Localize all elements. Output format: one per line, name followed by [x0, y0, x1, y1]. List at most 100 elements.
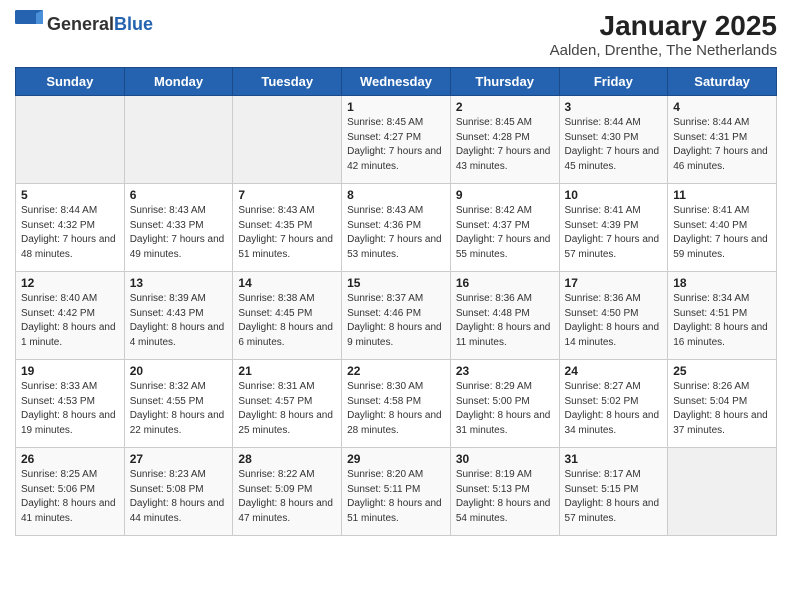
calendar-body: 1 Sunrise: 8:45 AM Sunset: 4:27 PM Daylig…: [16, 96, 777, 536]
header-cell-sunday: Sunday: [16, 68, 125, 96]
page-subtitle: Aalden, Drenthe, The Netherlands: [550, 42, 777, 59]
calendar-cell: 4 Sunrise: 8:44 AM Sunset: 4:31 PM Daylig…: [668, 96, 777, 184]
day-number: 29: [347, 452, 445, 466]
day-number: 14: [238, 276, 336, 290]
calendar-cell: 16 Sunrise: 8:36 AM Sunset: 4:48 PM Dayli…: [450, 272, 559, 360]
day-info: Sunrise: 8:44 AM Sunset: 4:31 PM Dayligh…: [673, 116, 771, 174]
page-title: January 2025: [550, 10, 777, 42]
day-number: 27: [130, 452, 228, 466]
day-info: Sunrise: 8:17 AM Sunset: 5:15 PM Dayligh…: [565, 468, 663, 526]
calendar-cell: [668, 448, 777, 536]
calendar-cell: 5 Sunrise: 8:44 AM Sunset: 4:32 PM Daylig…: [16, 184, 125, 272]
logo-general-text: General: [47, 15, 114, 33]
calendar-cell: 3 Sunrise: 8:44 AM Sunset: 4:30 PM Daylig…: [559, 96, 668, 184]
day-number: 18: [673, 276, 771, 290]
calendar-cell: 18 Sunrise: 8:34 AM Sunset: 4:51 PM Dayli…: [668, 272, 777, 360]
calendar-cell: 29 Sunrise: 8:20 AM Sunset: 5:11 PM Dayli…: [342, 448, 451, 536]
day-info: Sunrise: 8:20 AM Sunset: 5:11 PM Dayligh…: [347, 468, 445, 526]
day-number: 21: [238, 364, 336, 378]
day-number: 19: [21, 364, 119, 378]
calendar-cell: [124, 96, 233, 184]
day-info: Sunrise: 8:40 AM Sunset: 4:42 PM Dayligh…: [21, 292, 119, 350]
calendar-cell: 10Sunrise: 8:41 AM Sunset: 4:39 PM Dayli…: [559, 184, 668, 272]
calendar-cell: 25 Sunrise: 8:26 AM Sunset: 5:04 PM Dayli…: [668, 360, 777, 448]
day-number: 30: [456, 452, 554, 466]
calendar-cell: 15Sunrise: 8:37 AM Sunset: 4:46 PM Dayli…: [342, 272, 451, 360]
day-number: 25: [673, 364, 771, 378]
calendar-cell: 11Sunrise: 8:41 AM Sunset: 4:40 PM Dayli…: [668, 184, 777, 272]
day-number: 5: [21, 188, 119, 202]
calendar-cell: 22 Sunrise: 8:30 AM Sunset: 4:58 PM Dayli…: [342, 360, 451, 448]
day-number: 6: [130, 188, 228, 202]
header-row: SundayMondayTuesdayWednesdayThursdayFrid…: [16, 68, 777, 96]
calendar-cell: 31Sunrise: 8:17 AM Sunset: 5:15 PM Dayli…: [559, 448, 668, 536]
header-cell-friday: Friday: [559, 68, 668, 96]
calendar-table: SundayMondayTuesdayWednesdayThursdayFrid…: [15, 67, 777, 536]
header-cell-thursday: Thursday: [450, 68, 559, 96]
day-number: 15: [347, 276, 445, 290]
logo: General Blue: [15, 10, 153, 38]
day-info: Sunrise: 8:45 AM Sunset: 4:28 PM Dayligh…: [456, 116, 554, 174]
day-info: Sunrise: 8:22 AM Sunset: 5:09 PM Dayligh…: [238, 468, 336, 526]
day-info: Sunrise: 8:43 AM Sunset: 4:36 PM Dayligh…: [347, 204, 445, 262]
day-number: 16: [456, 276, 554, 290]
day-number: 22: [347, 364, 445, 378]
day-number: 24: [565, 364, 663, 378]
day-info: Sunrise: 8:42 AM Sunset: 4:37 PM Dayligh…: [456, 204, 554, 262]
day-info: Sunrise: 8:44 AM Sunset: 4:30 PM Dayligh…: [565, 116, 663, 174]
calendar-cell: [16, 96, 125, 184]
day-number: 26: [21, 452, 119, 466]
calendar-cell: 8 Sunrise: 8:43 AM Sunset: 4:36 PM Daylig…: [342, 184, 451, 272]
day-info: Sunrise: 8:27 AM Sunset: 5:02 PM Dayligh…: [565, 380, 663, 438]
calendar-cell: 1 Sunrise: 8:45 AM Sunset: 4:27 PM Daylig…: [342, 96, 451, 184]
day-info: Sunrise: 8:43 AM Sunset: 4:33 PM Dayligh…: [130, 204, 228, 262]
day-number: 7: [238, 188, 336, 202]
day-info: Sunrise: 8:45 AM Sunset: 4:27 PM Dayligh…: [347, 116, 445, 174]
calendar-cell: 23 Sunrise: 8:29 AM Sunset: 5:00 PM Dayli…: [450, 360, 559, 448]
day-number: 1: [347, 100, 445, 114]
day-info: Sunrise: 8:36 AM Sunset: 4:50 PM Dayligh…: [565, 292, 663, 350]
calendar-cell: [233, 96, 342, 184]
calendar-cell: 21 Sunrise: 8:31 AM Sunset: 4:57 PM Dayli…: [233, 360, 342, 448]
calendar-cell: 7 Sunrise: 8:43 AM Sunset: 4:35 PM Daylig…: [233, 184, 342, 272]
day-info: Sunrise: 8:31 AM Sunset: 4:57 PM Dayligh…: [238, 380, 336, 438]
day-info: Sunrise: 8:33 AM Sunset: 4:53 PM Dayligh…: [21, 380, 119, 438]
day-number: 4: [673, 100, 771, 114]
day-info: Sunrise: 8:34 AM Sunset: 4:51 PM Dayligh…: [673, 292, 771, 350]
day-info: Sunrise: 8:30 AM Sunset: 4:58 PM Dayligh…: [347, 380, 445, 438]
day-info: Sunrise: 8:43 AM Sunset: 4:35 PM Dayligh…: [238, 204, 336, 262]
day-number: 28: [238, 452, 336, 466]
day-info: Sunrise: 8:36 AM Sunset: 4:48 PM Dayligh…: [456, 292, 554, 350]
week-row-3: 12Sunrise: 8:40 AM Sunset: 4:42 PM Dayli…: [16, 272, 777, 360]
day-number: 13: [130, 276, 228, 290]
calendar-cell: 19 Sunrise: 8:33 AM Sunset: 4:53 PM Dayli…: [16, 360, 125, 448]
day-number: 8: [347, 188, 445, 202]
calendar-cell: 14 Sunrise: 8:38 AM Sunset: 4:45 PM Dayli…: [233, 272, 342, 360]
day-number: 2: [456, 100, 554, 114]
calendar-cell: 2 Sunrise: 8:45 AM Sunset: 4:28 PM Daylig…: [450, 96, 559, 184]
calendar-cell: 9 Sunrise: 8:42 AM Sunset: 4:37 PM Daylig…: [450, 184, 559, 272]
page-header: General Blue January 2025 Aalden, Drenth…: [15, 10, 777, 59]
logo-icon: [15, 10, 43, 38]
day-info: Sunrise: 8:25 AM Sunset: 5:06 PM Dayligh…: [21, 468, 119, 526]
header-cell-tuesday: Tuesday: [233, 68, 342, 96]
calendar-cell: 12Sunrise: 8:40 AM Sunset: 4:42 PM Dayli…: [16, 272, 125, 360]
day-info: Sunrise: 8:41 AM Sunset: 4:40 PM Dayligh…: [673, 204, 771, 262]
day-number: 23: [456, 364, 554, 378]
day-info: Sunrise: 8:44 AM Sunset: 4:32 PM Dayligh…: [21, 204, 119, 262]
day-info: Sunrise: 8:29 AM Sunset: 5:00 PM Dayligh…: [456, 380, 554, 438]
header-cell-monday: Monday: [124, 68, 233, 96]
day-info: Sunrise: 8:39 AM Sunset: 4:43 PM Dayligh…: [130, 292, 228, 350]
day-info: Sunrise: 8:26 AM Sunset: 5:04 PM Dayligh…: [673, 380, 771, 438]
calendar-cell: 26 Sunrise: 8:25 AM Sunset: 5:06 PM Dayli…: [16, 448, 125, 536]
day-info: Sunrise: 8:38 AM Sunset: 4:45 PM Dayligh…: [238, 292, 336, 350]
calendar-cell: 24 Sunrise: 8:27 AM Sunset: 5:02 PM Dayli…: [559, 360, 668, 448]
calendar-cell: 30 Sunrise: 8:19 AM Sunset: 5:13 PM Dayli…: [450, 448, 559, 536]
day-number: 3: [565, 100, 663, 114]
calendar-cell: 28 Sunrise: 8:22 AM Sunset: 5:09 PM Dayli…: [233, 448, 342, 536]
day-number: 9: [456, 188, 554, 202]
calendar-header: SundayMondayTuesdayWednesdayThursdayFrid…: [16, 68, 777, 96]
day-info: Sunrise: 8:23 AM Sunset: 5:08 PM Dayligh…: [130, 468, 228, 526]
calendar-cell: 6 Sunrise: 8:43 AM Sunset: 4:33 PM Daylig…: [124, 184, 233, 272]
day-info: Sunrise: 8:19 AM Sunset: 5:13 PM Dayligh…: [456, 468, 554, 526]
